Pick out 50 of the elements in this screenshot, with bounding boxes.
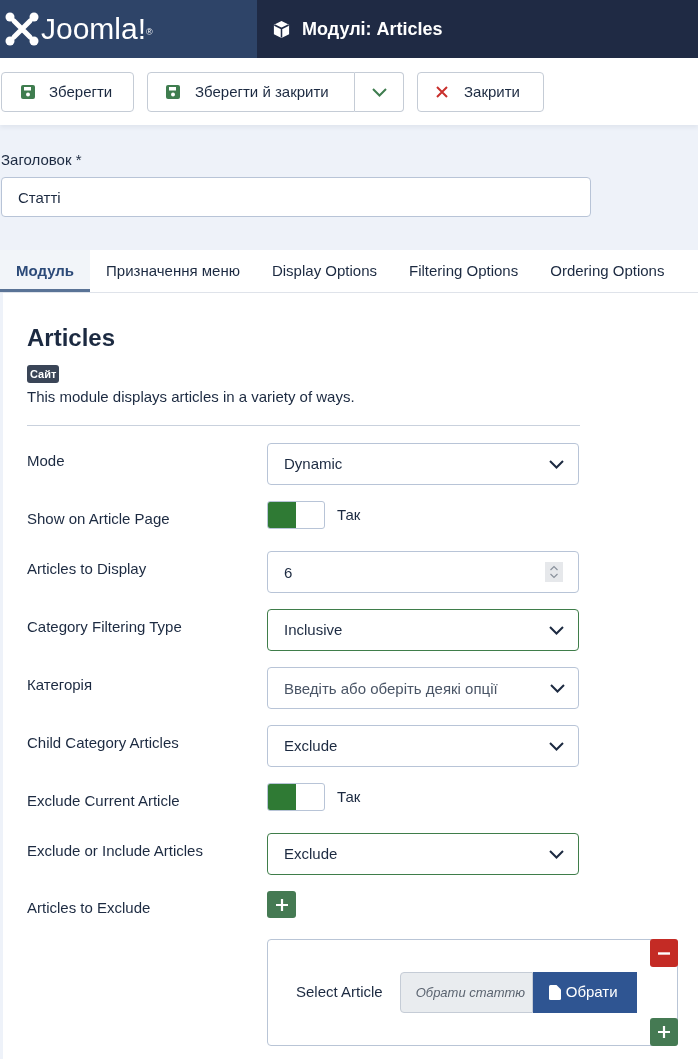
close-button[interactable]: Закрити	[417, 72, 544, 112]
article-input[interactable]: Обрати статтю	[399, 972, 533, 1013]
plus-icon	[275, 898, 288, 911]
cube-icon	[272, 19, 291, 39]
dropdown-field[interactable]: Inclusive	[267, 609, 579, 651]
field-label: Articles to Exclude	[27, 899, 151, 916]
plus-icon	[658, 1026, 670, 1038]
field-label: Select Article	[296, 982, 383, 1003]
save-button[interactable]: Зберегти	[1, 72, 134, 112]
add-button[interactable]	[267, 891, 296, 918]
field-label: Exclude Current Article	[27, 792, 180, 809]
chevron-down-icon	[550, 684, 565, 693]
field-label: Articles to Display	[27, 560, 147, 577]
toggle-switch[interactable]	[267, 783, 325, 811]
chevron-down-icon	[549, 459, 564, 469]
field-label: Mode	[27, 452, 65, 469]
module-description: This module displays articles in a variety of ways.	[27, 387, 356, 407]
title-input[interactable]: Статті	[1, 177, 591, 217]
dropdown-field[interactable]: Dynamic	[267, 443, 579, 485]
dropdown-field[interactable]: Exclude	[267, 725, 579, 767]
remove-button[interactable]	[650, 939, 678, 967]
chevron-down-icon	[549, 625, 564, 635]
field-label: Exclude or Include Articles	[27, 842, 203, 859]
field-label: Show on Article Page	[27, 510, 170, 527]
field-label: Заголовок *	[1, 151, 82, 168]
minus-icon	[658, 951, 670, 955]
chevron-down-icon	[549, 849, 564, 859]
number-input[interactable]: 6	[267, 551, 579, 593]
field-label: Категорія	[27, 676, 93, 693]
logo-text: Joomla!$^{®}$	[41, 14, 153, 44]
save-and-close-button[interactable]: Зберегти й закрити	[147, 72, 355, 112]
page-title: Модулі: Articles	[302, 17, 443, 41]
dropdown-field[interactable]: Exclude	[267, 833, 579, 875]
field-label: Child Category Articles	[27, 734, 179, 751]
file-icon	[548, 985, 561, 1000]
dropdown-field[interactable]: Введіть або оберіть деякі опції	[267, 667, 579, 709]
toggle-switch[interactable]	[267, 501, 325, 529]
chevron-down-icon	[371, 87, 387, 97]
switch-label: Так	[337, 786, 361, 807]
chevron-down-icon	[549, 741, 564, 751]
logo-icon	[5, 12, 39, 46]
tab[interactable]: Модуль	[0, 250, 91, 292]
field-label: Category Filtering Type	[27, 618, 182, 635]
select-button[interactable]: Обрати	[532, 972, 637, 1013]
close-icon	[436, 86, 448, 98]
switch-label: Так	[337, 504, 361, 525]
dropdown-toggle-button[interactable]	[355, 72, 404, 112]
site-badge: Сайт	[27, 365, 60, 383]
add-button[interactable]	[650, 1018, 678, 1046]
module-heading: Articles	[27, 323, 117, 353]
